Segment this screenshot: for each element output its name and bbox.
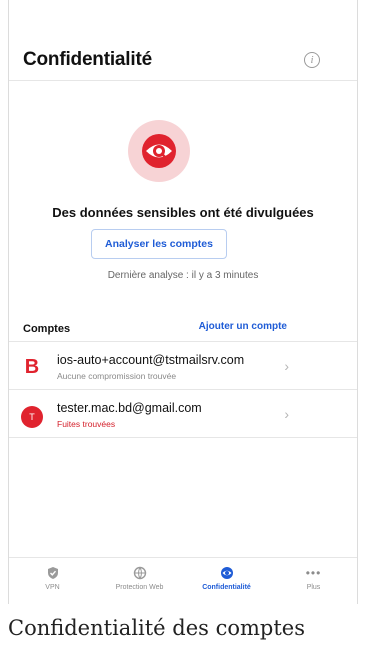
- tab-label: Protection Web: [115, 584, 164, 591]
- account-email: ios-auto+account@tstmailsrv.com: [57, 353, 245, 367]
- tab-bar: VPN Protection Web Confidentialité ••• P…: [9, 557, 357, 604]
- shield-icon: [47, 567, 58, 579]
- info-icon[interactable]: i: [304, 52, 320, 68]
- account-status: Aucune compromission trouvée: [57, 371, 177, 381]
- chevron-right-icon: ›: [284, 358, 289, 374]
- phone-screen: Confidentialité i Des données sensibles …: [8, 0, 358, 604]
- breach-alert-title: Des données sensibles ont été divulguées: [52, 205, 314, 220]
- account-email: tester.mac.bd@gmail.com: [57, 401, 202, 415]
- more-dots-icon: •••: [305, 566, 322, 580]
- page-title: Confidentialité: [23, 49, 152, 70]
- accounts-heading: Comptes: [23, 323, 71, 335]
- tab-more[interactable]: ••• Plus: [270, 558, 357, 604]
- chevron-right-icon: ›: [284, 406, 289, 422]
- tab-web-protection[interactable]: Protection Web: [96, 558, 183, 604]
- account-avatar: B: [24, 355, 40, 378]
- tab-label: Plus: [306, 584, 321, 591]
- tab-label: Confidentialité: [202, 584, 251, 591]
- account-status: Fuites trouvées: [57, 419, 116, 429]
- tab-label: VPN: [45, 584, 60, 591]
- header: Confidentialité i: [9, 0, 357, 81]
- account-avatar: T: [21, 406, 43, 428]
- screenshot-caption: Confidentialité des comptes: [8, 616, 306, 640]
- web-protection-icon: [133, 566, 146, 580]
- add-account-link[interactable]: Ajouter un compte: [199, 321, 287, 332]
- scan-accounts-button[interactable]: Analyser les comptes: [91, 229, 227, 259]
- accounts-list: B ios-auto+account@tstmailsrv.com Aucune…: [9, 341, 357, 438]
- tab-vpn[interactable]: VPN: [9, 558, 96, 604]
- last-scan-text: Dernière analyse : il y a 3 minutes: [107, 270, 259, 281]
- tab-privacy[interactable]: Confidentialité: [183, 558, 270, 604]
- privacy-eye-icon: [220, 567, 233, 579]
- account-row[interactable]: T tester.mac.bd@gmail.com Fuites trouvée…: [9, 389, 357, 438]
- account-row[interactable]: B ios-auto+account@tstmailsrv.com Aucune…: [9, 341, 357, 389]
- privacy-eye-icon: [128, 120, 190, 182]
